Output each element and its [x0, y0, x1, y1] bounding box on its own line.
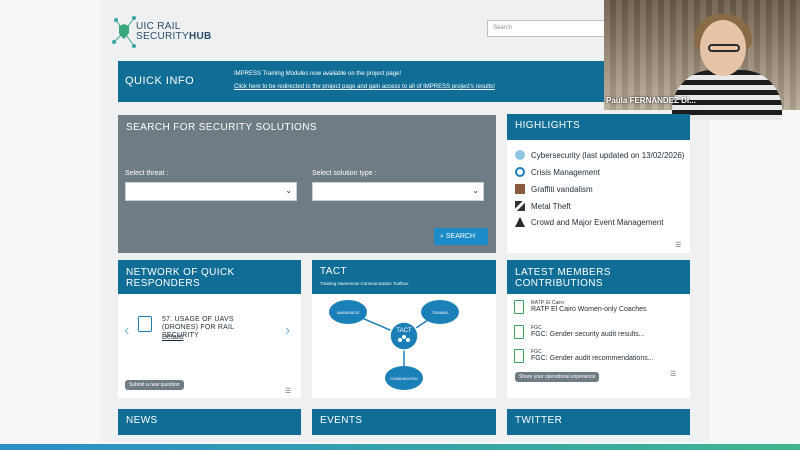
- highlights-title: HIGHLIGHTS: [507, 114, 690, 140]
- glasses-icon: [708, 44, 740, 52]
- highlight-item-crowd[interactable]: Crowd and Major Event Management: [515, 217, 664, 227]
- solution-select[interactable]: ⌄: [312, 182, 484, 201]
- communication-label: COMMUNICATION: [390, 377, 418, 381]
- quick-info-banner: QUICK INFO IMPRESS Training Modules now …: [118, 61, 604, 102]
- tact-center-label: TACT: [396, 328, 412, 334]
- search-input[interactable]: Search: [487, 20, 607, 37]
- participant-name: Paula FERNANDEZ DI...: [606, 96, 696, 105]
- crowd-icon: [515, 217, 525, 227]
- highlights-list: Cybersecurity (last updated on 13/02/202…: [507, 140, 690, 253]
- chevron-down-icon: ⌄: [285, 186, 292, 195]
- events-title: EVENTS: [312, 409, 496, 435]
- tact-title: TACT: [312, 260, 496, 294]
- chevron-down-icon: ⌄: [472, 186, 479, 195]
- chevron-left-icon[interactable]: ‹: [124, 322, 129, 340]
- highlight-item-metal[interactable]: Metal Theft: [515, 201, 571, 211]
- quick-info-link[interactable]: Click here to be redirected to the proje…: [234, 84, 495, 90]
- submit-question-button[interactable]: Submit a new question: [125, 380, 184, 390]
- chevron-right-icon[interactable]: ›: [285, 322, 290, 340]
- nqr-question-card: 57. USAGE OF UAVS (DRONES) FOR RAIL SECU…: [134, 312, 280, 352]
- search-panel-title: SEARCH FOR SECURITY SOLUTIONS: [126, 122, 317, 133]
- tact-subtitle: Training Awareness Communication Toolbox: [320, 281, 409, 286]
- graffiti-icon: [515, 184, 525, 194]
- list-icon[interactable]: ☰: [285, 387, 291, 395]
- search-icon: ⌕: [440, 233, 444, 240]
- twitter-title: TWITTER: [507, 409, 690, 435]
- highlight-item-crisis[interactable]: Crisis Management: [515, 167, 600, 177]
- details-link[interactable]: Details: [162, 334, 183, 341]
- threat-select[interactable]: ⌄: [125, 182, 297, 201]
- highlight-item-cybersecurity[interactable]: Cybersecurity (last updated on 13/02/202…: [515, 150, 684, 160]
- share-experience-button[interactable]: Share your operational experience: [515, 372, 600, 382]
- bottom-accent-bar: [0, 444, 800, 450]
- document-icon: [514, 349, 524, 363]
- solution-label: Select solution type :: [312, 170, 377, 177]
- document-icon: [514, 325, 524, 339]
- participant-body: [672, 70, 782, 120]
- cyber-icon: [515, 150, 525, 160]
- list-icon[interactable]: ☰: [670, 370, 676, 378]
- link-icon: [515, 167, 525, 177]
- lmc-title: LATEST MEMBERS CONTRIBUTIONS: [507, 260, 690, 294]
- nqr-title: NETWORK OF QUICK RESPONDERS: [118, 260, 301, 294]
- awareness-label: AWARENESS: [337, 311, 360, 315]
- quick-info-announcement: IMPRESS Training Modules now available o…: [234, 71, 402, 77]
- metal-icon: [515, 201, 525, 211]
- list-icon[interactable]: ☰: [675, 241, 681, 249]
- logo-line2: SECURITYHUB: [136, 31, 212, 42]
- search-button[interactable]: ⌕ SEARCH: [434, 228, 488, 245]
- highlight-item-graffiti[interactable]: Graffiti vandalism: [515, 184, 593, 194]
- training-label: TRAINING: [432, 311, 449, 315]
- logo-text[interactable]: UIC RAIL SECURITYHUB: [136, 22, 212, 42]
- news-title: NEWS: [118, 409, 301, 435]
- document-icon: [514, 300, 524, 314]
- search-solutions-panel: SEARCH FOR SECURITY SOLUTIONS Select thr…: [118, 115, 496, 253]
- question-doc-icon: [138, 316, 152, 332]
- threat-label: Select threat :: [125, 170, 169, 177]
- quick-info-title: QUICK INFO: [125, 75, 195, 87]
- tact-diagram[interactable]: TACT AWARENESS TRAINING COMMUNICATION: [312, 294, 496, 398]
